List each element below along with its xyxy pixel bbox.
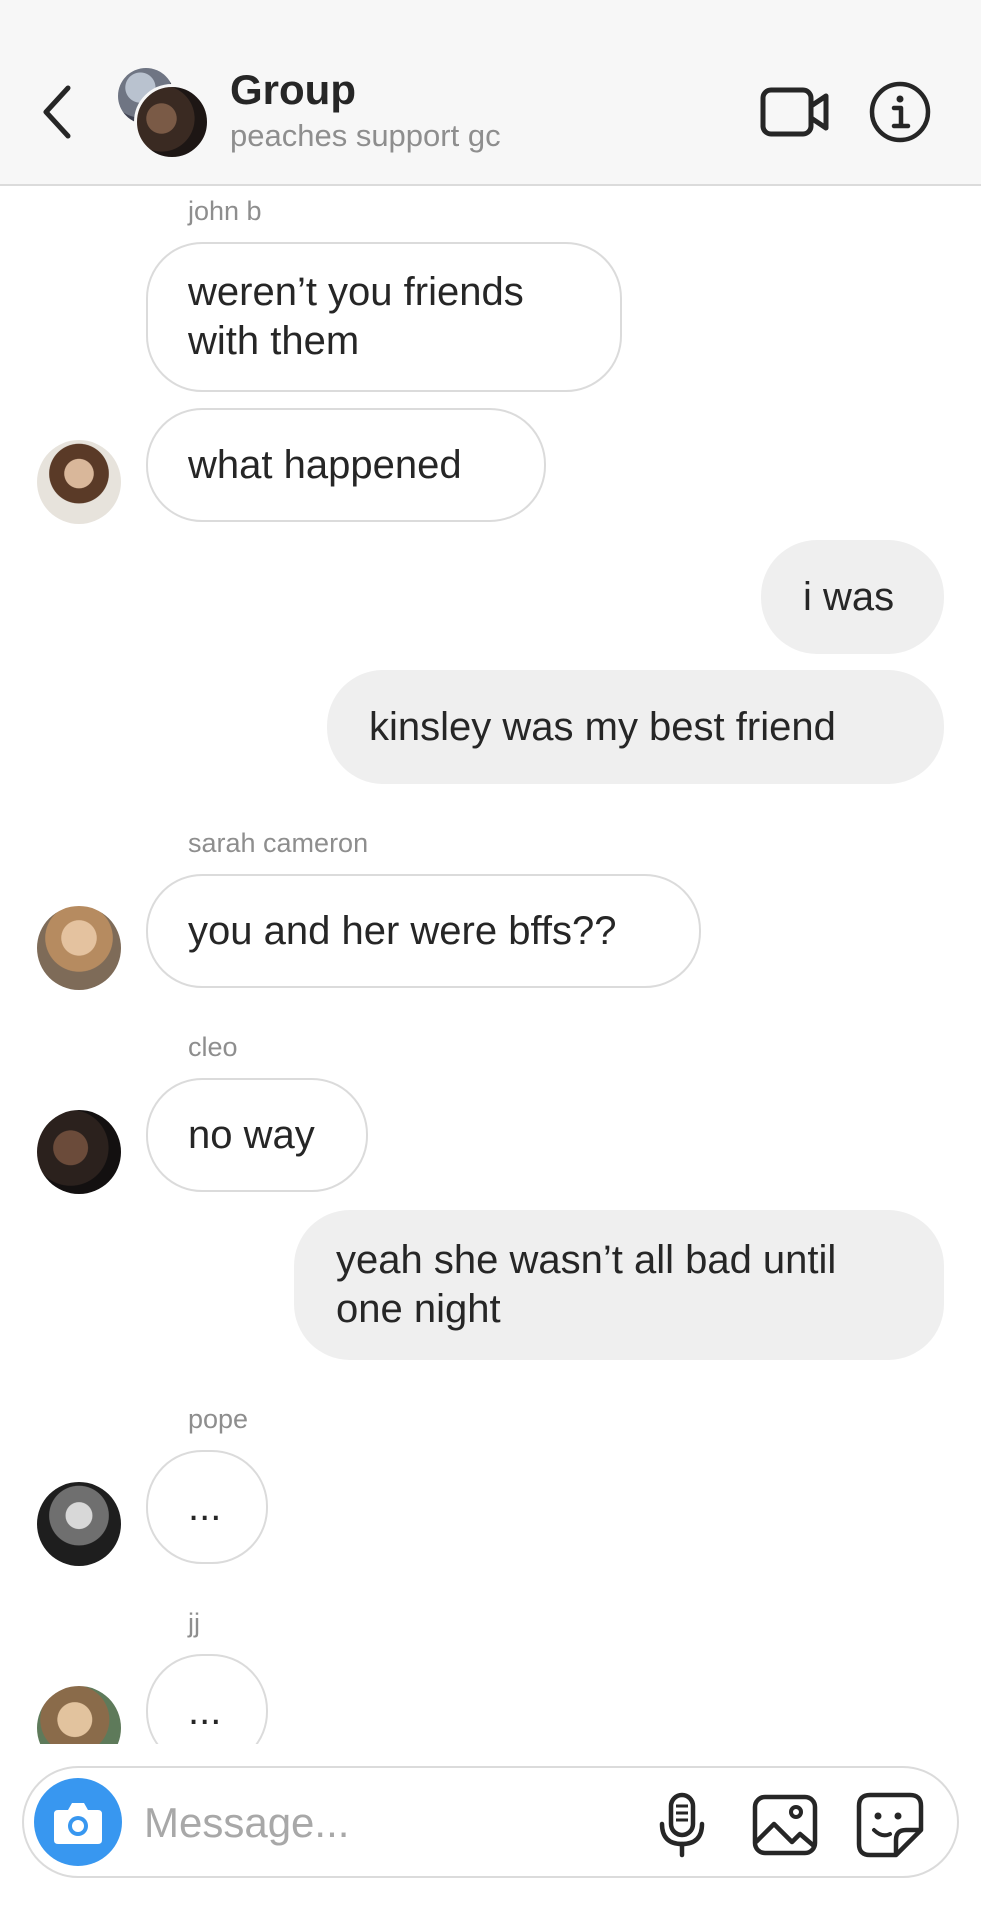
- message-list[interactable]: john b weren’t you friends with them wha…: [0, 188, 981, 1744]
- info-icon[interactable]: [868, 80, 932, 144]
- avatar-cleo[interactable]: [37, 1110, 121, 1194]
- gallery-icon[interactable]: [752, 1794, 818, 1856]
- message-bubble-outgoing[interactable]: kinsley was my best friend: [327, 670, 944, 784]
- microphone-icon[interactable]: [654, 1792, 710, 1858]
- camera-icon: [54, 1803, 102, 1844]
- sender-name-pope: pope: [188, 1404, 249, 1434]
- message-bubble-outgoing[interactable]: yeah she wasn’t all bad until one night: [294, 1210, 944, 1360]
- avatar-sarah-cameron[interactable]: [37, 906, 121, 990]
- group-avatar[interactable]: [118, 68, 210, 160]
- sender-name-sarah-cameron: sarah cameron: [188, 828, 369, 858]
- sender-name-john-b: john b: [188, 196, 262, 226]
- avatar-john-b[interactable]: [37, 440, 121, 524]
- camera-button[interactable]: [34, 1778, 122, 1866]
- sender-name-jj: jj: [188, 1608, 200, 1638]
- message-bubble-incoming[interactable]: ...: [146, 1654, 268, 1744]
- message-bubble-incoming[interactable]: no way: [146, 1078, 368, 1192]
- chat-title[interactable]: Group: [230, 66, 356, 114]
- message-bubble-incoming[interactable]: you and her were bffs??: [146, 874, 701, 988]
- message-composer: [22, 1766, 959, 1878]
- message-bubble-outgoing[interactable]: i was: [761, 540, 944, 654]
- message-bubble-incoming[interactable]: ...: [146, 1450, 268, 1564]
- sticker-icon[interactable]: [856, 1792, 924, 1858]
- message-bubble-incoming[interactable]: what happened: [146, 408, 546, 522]
- video-call-icon[interactable]: [760, 84, 830, 140]
- chat-subtitle[interactable]: peaches support gc: [230, 118, 501, 154]
- group-avatar-member-2: [134, 84, 210, 160]
- chat-header: Group peaches support gc: [0, 0, 981, 186]
- message-input[interactable]: [142, 1792, 546, 1854]
- sender-name-cleo: cleo: [188, 1032, 238, 1062]
- avatar-pope[interactable]: [37, 1482, 121, 1566]
- message-bubble-incoming[interactable]: weren’t you friends with them: [146, 242, 622, 392]
- avatar-jj[interactable]: [37, 1686, 121, 1744]
- chevron-left-icon[interactable]: [38, 82, 78, 142]
